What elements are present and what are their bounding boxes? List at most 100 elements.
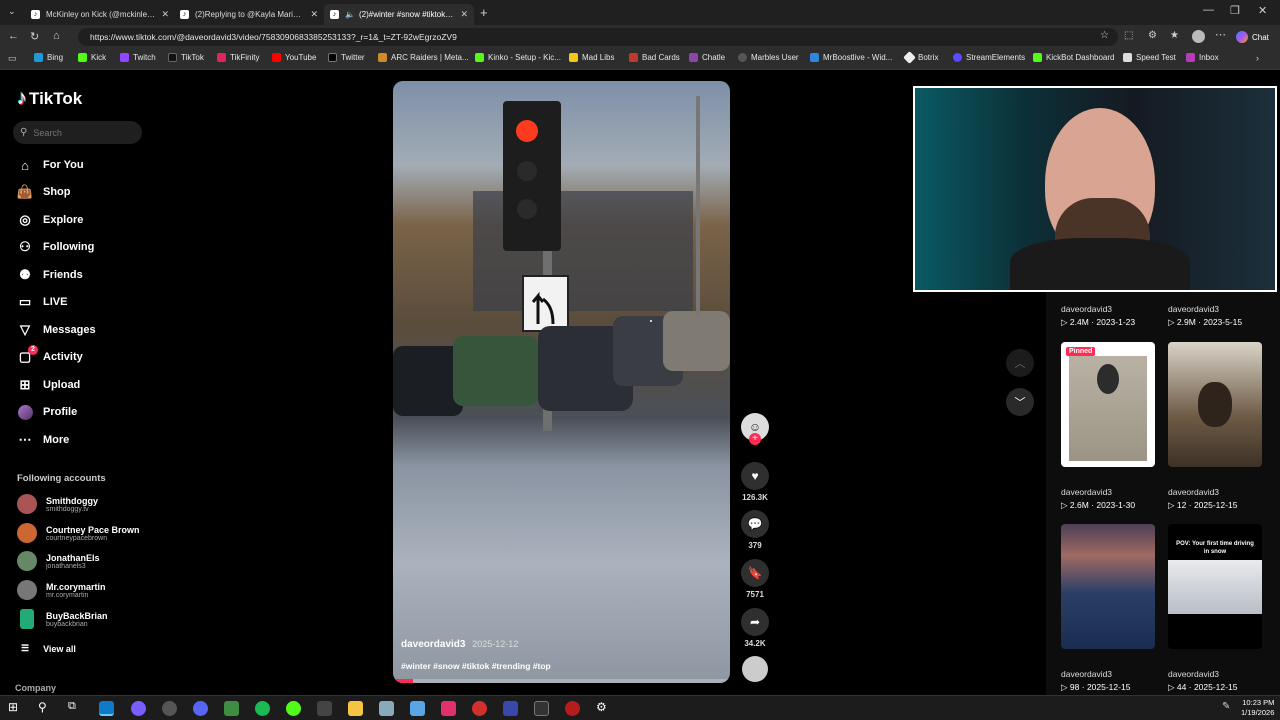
discord-taskbar-icon[interactable] [193, 701, 208, 716]
view-all-link[interactable]: ☰ View all [21, 643, 76, 654]
chevron-right-icon[interactable]: › [1256, 53, 1259, 63]
app-taskbar-icon[interactable] [472, 701, 487, 716]
window-close-icon[interactable]: ✕ [1258, 4, 1267, 17]
video-author[interactable]: daveordavid3 2025-12-12 [401, 639, 518, 650]
task-view-icon[interactable]: ⧉ [68, 700, 76, 713]
fav-kickbot[interactable]: KickBot Dashboard [1033, 53, 1114, 62]
grid-item-6-meta[interactable]: daveordavid3 ▷ 44 · 2025-12-15 [1168, 669, 1237, 693]
nav-following[interactable]: ⚇ Following [17, 239, 94, 255]
nav-more[interactable]: ⋯ More [17, 432, 70, 448]
close-tab-icon[interactable]: ✕ [161, 9, 169, 20]
edge-taskbar-icon[interactable] [99, 701, 114, 716]
grid-item-3-thumbnail[interactable]: Pinned [1061, 342, 1155, 467]
back-icon[interactable]: ← [8, 30, 19, 42]
sound-avatar[interactable] [740, 656, 770, 682]
favorites-icon[interactable]: ★ [1170, 30, 1179, 41]
obs-taskbar-icon[interactable] [317, 701, 332, 716]
nav-friends[interactable]: ⚉ Friends [17, 267, 83, 283]
fav-inbox[interactable]: Inbox [1186, 53, 1219, 62]
fav-arc-raiders[interactable]: ARC Raiders | Meta... [378, 53, 469, 62]
browser-tab-2[interactable]: ♪ (2)Replying to @Kayla Marie let's ✕ [174, 4, 324, 25]
like-button[interactable]: ♥ 126.3K [740, 462, 770, 502]
fav-bad-cards[interactable]: Bad Cards [629, 53, 680, 62]
maximize-icon[interactable]: ❐ [1230, 4, 1240, 17]
pen-tray-icon[interactable]: ✎ [1222, 701, 1230, 712]
grid-item-6-thumbnail[interactable]: POV: Your first time driving in snow [1168, 524, 1262, 649]
nav-explore[interactable]: ◎ Explore [17, 212, 83, 228]
more-menu-icon[interactable]: ⋯ [1215, 28, 1226, 41]
nav-activity[interactable]: ▢ 2 Activity [17, 345, 83, 365]
account-courtney[interactable]: Courtney Pace Brown courtneypacebrown [17, 523, 140, 543]
video-caption[interactable]: #winter #snow #tiktok #trending #top [401, 661, 551, 671]
copilot-chat-button[interactable]: Chat [1236, 29, 1276, 45]
new-tab-icon[interactable]: + [480, 5, 488, 20]
url-field[interactable]: https://www.tiktok.com/@daveordavid3/vid… [78, 28, 1118, 46]
tab-list-icon[interactable]: ⌄ [8, 6, 16, 17]
fav-tikfinity[interactable]: TikFinity [217, 53, 259, 62]
search-icon[interactable]: ⚲ [38, 700, 47, 714]
app-taskbar-icon[interactable] [410, 701, 425, 716]
company-link[interactable]: Company [15, 683, 56, 693]
grid-item-2-meta[interactable]: daveordavid3 ▷ 2.9M · 2023-5-15 [1168, 304, 1242, 328]
grid-item-5-meta[interactable]: daveordavid3 ▷ 98 · 2025-12-15 [1061, 669, 1130, 693]
close-tab-icon[interactable]: ✕ [310, 9, 318, 20]
tab-actions-icon[interactable]: ▭ [8, 53, 17, 64]
fav-kick[interactable]: Kick [78, 53, 106, 62]
browser-tab-3[interactable]: ♪ 🔈 (2)#winter #snow #tiktok #tre ✕ [324, 4, 474, 25]
grid-item-1-meta[interactable]: daveordavid3 ▷ 2.4M · 2023-1-23 [1061, 304, 1135, 328]
app-taskbar-icon[interactable] [162, 701, 177, 716]
app-taskbar-icon[interactable] [534, 701, 549, 716]
app-taskbar-icon[interactable] [286, 701, 301, 716]
share-button[interactable]: ➦ 34.2K [740, 608, 770, 648]
browser-tab-1[interactable]: ♪ McKinley on Kick (@mckinley.tv) | ✕ [25, 4, 175, 25]
windows-start-icon[interactable]: ⊞ [8, 700, 18, 714]
settings-icon[interactable]: ⚙ [1148, 30, 1157, 41]
comment-button[interactable]: 💬 379 [740, 510, 770, 550]
author-avatar-follow[interactable]: ☺ + [740, 413, 770, 445]
fav-mad-libs[interactable]: Mad Libs [569, 53, 614, 62]
fav-speed-test[interactable]: Speed Test [1123, 53, 1176, 62]
grid-item-3-meta[interactable]: daveordavid3 ▷ 2.6M · 2023-1-30 [1061, 487, 1135, 511]
fav-twitter[interactable]: Twitter [328, 53, 365, 62]
grid-item-4-thumbnail[interactable] [1168, 342, 1262, 467]
grid-item-5-thumbnail[interactable] [1061, 524, 1155, 649]
search-input[interactable] [33, 127, 129, 138]
system-clock[interactable]: 10:23 PM 1/19/2026 [1241, 698, 1274, 718]
account-corymartin[interactable]: Mr.corymartin mr.corymartin [17, 580, 106, 600]
minimize-icon[interactable]: — [1203, 4, 1214, 16]
account-smithdoggy[interactable]: Smithdoggy smithdoggy.tv [17, 494, 98, 514]
fav-streamelements[interactable]: StreamElements [953, 53, 1025, 62]
fav-tiktok[interactable]: TikTok [168, 53, 204, 62]
settings-gear-icon[interactable]: ⚙ [596, 700, 607, 714]
fav-youtube[interactable]: YouTube [272, 53, 316, 62]
nav-profile[interactable]: Profile [17, 404, 77, 420]
next-video-button[interactable]: ﹀ [1006, 388, 1034, 416]
follow-plus-icon[interactable]: + [749, 433, 761, 445]
profile-avatar[interactable] [1192, 30, 1205, 43]
grid-item-4-meta[interactable]: daveordavid3 ▷ 12 · 2025-12-15 [1168, 487, 1237, 511]
search-bar[interactable]: ⚲ [13, 121, 142, 144]
extensions-icon[interactable]: ⬚ [1124, 30, 1133, 41]
app-taskbar-icon[interactable] [503, 701, 518, 716]
fav-botrix[interactable]: Botrix [903, 51, 938, 64]
tiktok-logo[interactable]: ♪ TikTok [17, 87, 82, 110]
file-explorer-icon[interactable] [348, 701, 363, 716]
fav-chatle[interactable]: Chatle [689, 53, 725, 62]
refresh-icon[interactable]: ↻ [30, 30, 39, 43]
video-player[interactable]: daveordavid3 2025-12-12 #winter #snow #t… [393, 81, 730, 683]
nav-upload[interactable]: ⊞ Upload [17, 377, 81, 393]
app-taskbar-icon[interactable] [224, 701, 239, 716]
save-button[interactable]: 🔖 7571 [740, 559, 770, 599]
fav-marbles[interactable]: Marbles User [738, 53, 799, 62]
nav-shop[interactable]: 👜 Shop [17, 184, 71, 200]
app-taskbar-icon[interactable] [131, 701, 146, 716]
close-tab-icon[interactable]: ✕ [460, 9, 468, 20]
nav-live[interactable]: ▭ LIVE [17, 294, 68, 310]
video-progress-bar[interactable] [393, 679, 730, 683]
app-taskbar-icon[interactable] [441, 701, 456, 716]
nav-messages[interactable]: ▽ Messages [17, 322, 96, 338]
speaker-icon[interactable]: 🔈 [345, 10, 355, 19]
fav-kinko[interactable]: Kinko - Setup - Kic... [475, 53, 561, 62]
fav-mrboostlive[interactable]: MrBoostlive - Wid... [810, 53, 892, 62]
account-buybackbrian[interactable]: BuyBackBrian buybackbrian [17, 609, 108, 629]
